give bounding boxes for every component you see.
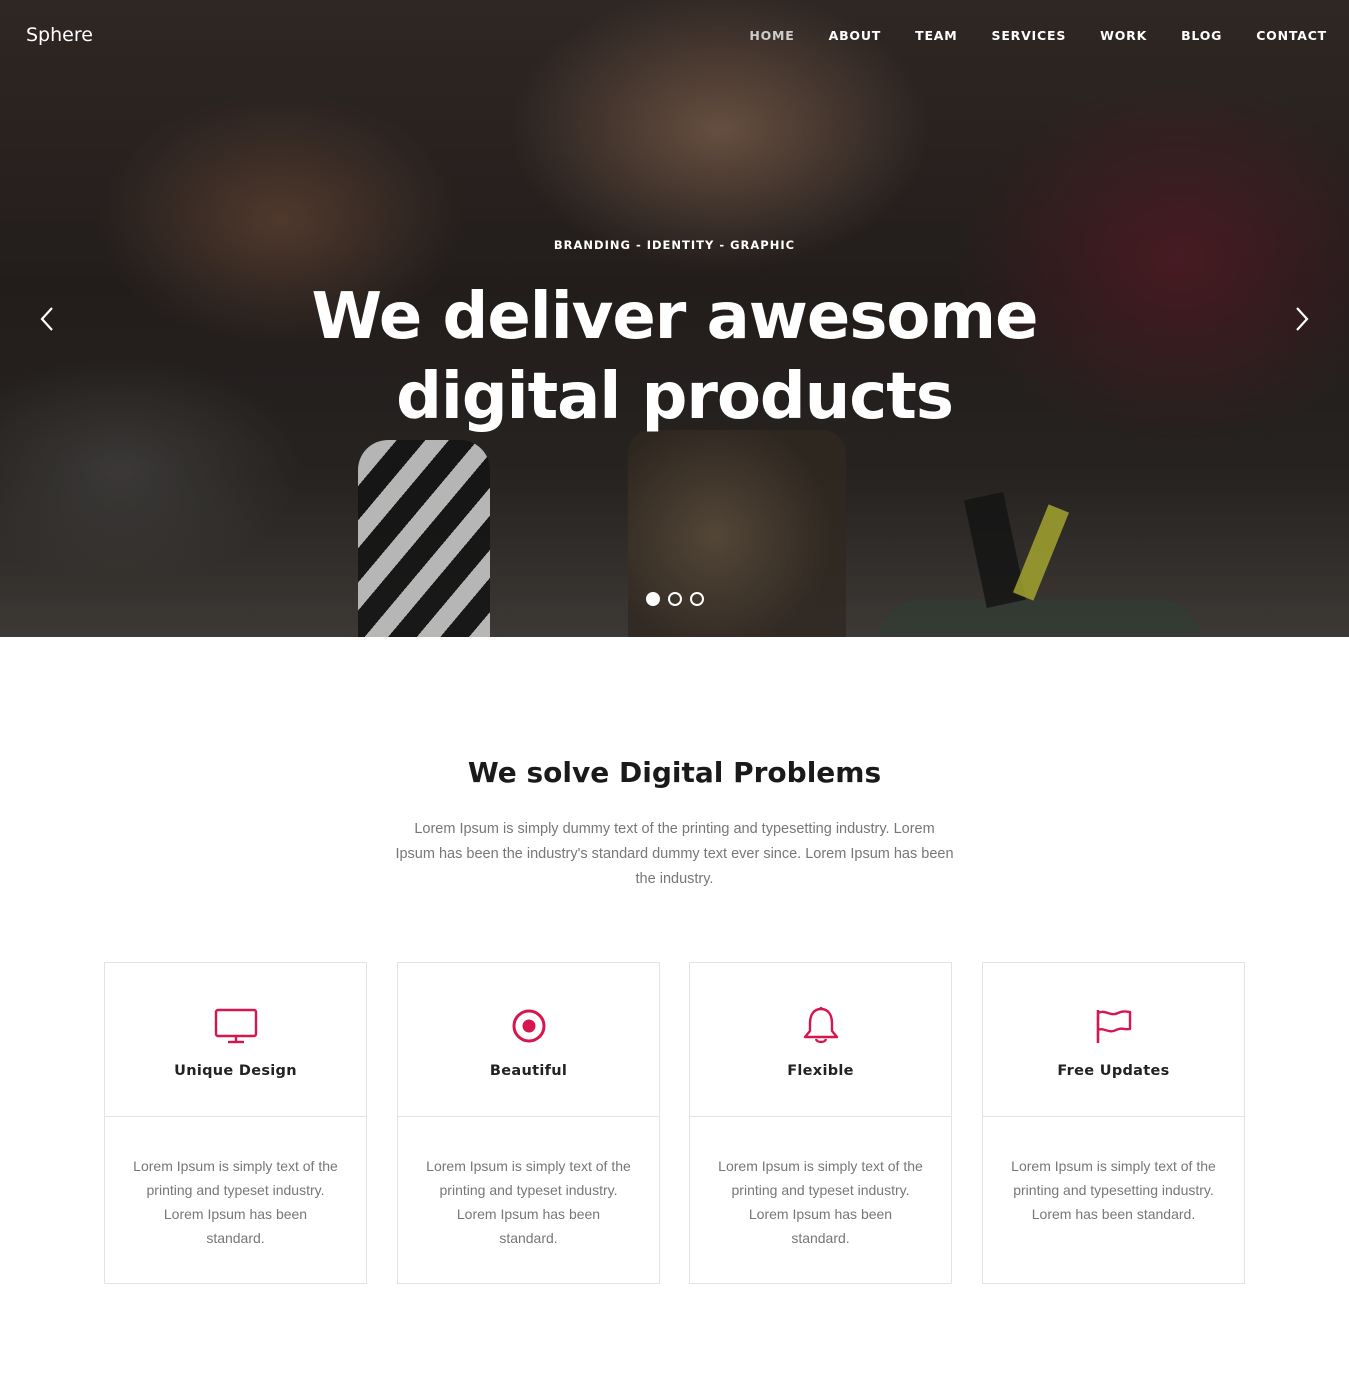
main-nav: HOME ABOUT TEAM SERVICES WORK BLOG CONTA… (749, 28, 1327, 43)
hero-headline-line2: digital products (396, 360, 954, 434)
nav-item-blog[interactable]: BLOG (1181, 28, 1222, 43)
feature-card-beautiful: Beautiful Lorem Ipsum is simply text of … (397, 962, 660, 1284)
feature-card-unique-design: Unique Design Lorem Ipsum is simply text… (104, 962, 367, 1284)
feature-card-free-updates: Free Updates Lorem Ipsum is simply text … (982, 962, 1245, 1284)
brand-logo[interactable]: Sphere (26, 24, 93, 46)
feature-card-header: Unique Design (105, 963, 366, 1117)
chevron-left-icon (40, 307, 53, 331)
feature-card-header: Free Updates (983, 963, 1244, 1117)
nav-item-services[interactable]: SERVICES (992, 28, 1067, 43)
hero-eyebrow: BRANDING - IDENTITY - GRAPHIC (553, 238, 796, 252)
feature-text: Lorem Ipsum is simply text of the printi… (133, 1158, 338, 1246)
hero-headline: We deliver awesome digital products (0, 277, 1349, 437)
bell-icon (799, 1006, 843, 1046)
target-icon (507, 1006, 551, 1046)
feature-text: Lorem Ipsum is simply text of the printi… (1011, 1158, 1216, 1222)
slider-dot-3[interactable] (689, 592, 704, 606)
nav-item-team[interactable]: TEAM (915, 28, 957, 43)
slider-prev-button[interactable] (30, 302, 64, 336)
nav-item-home[interactable]: HOME (749, 28, 794, 43)
nav-item-work[interactable]: WORK (1100, 28, 1147, 43)
nav-item-contact[interactable]: CONTACT (1256, 28, 1327, 43)
feature-title: Free Updates (1057, 1063, 1170, 1079)
flag-icon (1092, 1006, 1136, 1046)
feature-card-header: Flexible (690, 963, 951, 1117)
nav-item-about[interactable]: ABOUT (829, 28, 882, 43)
hero-headline-line1: We deliver awesome (311, 280, 1039, 354)
slider-pagination (0, 592, 1349, 606)
feature-text: Lorem Ipsum is simply text of the printi… (426, 1158, 631, 1246)
feature-card-flexible: Flexible Lorem Ipsum is simply text of t… (689, 962, 952, 1284)
feature-text: Lorem Ipsum is simply text of the printi… (718, 1158, 923, 1246)
feature-title: Beautiful (489, 1063, 568, 1079)
hero-slider: Sphere HOME ABOUT TEAM SERVICES WORK BLO… (0, 0, 1349, 637)
feature-title: Unique Design (174, 1063, 297, 1079)
slider-dot-1[interactable] (645, 592, 660, 606)
slider-dot-2[interactable] (667, 592, 682, 606)
section-title: We solve Digital Problems (467, 756, 882, 789)
monitor-icon (214, 1006, 258, 1046)
chevron-right-icon (1296, 307, 1309, 331)
feature-card-header: Beautiful (398, 963, 659, 1117)
slider-next-button[interactable] (1285, 302, 1319, 336)
section-description: Lorem Ipsum is simply dummy text of the … (395, 821, 954, 887)
feature-title: Flexible (787, 1063, 854, 1079)
